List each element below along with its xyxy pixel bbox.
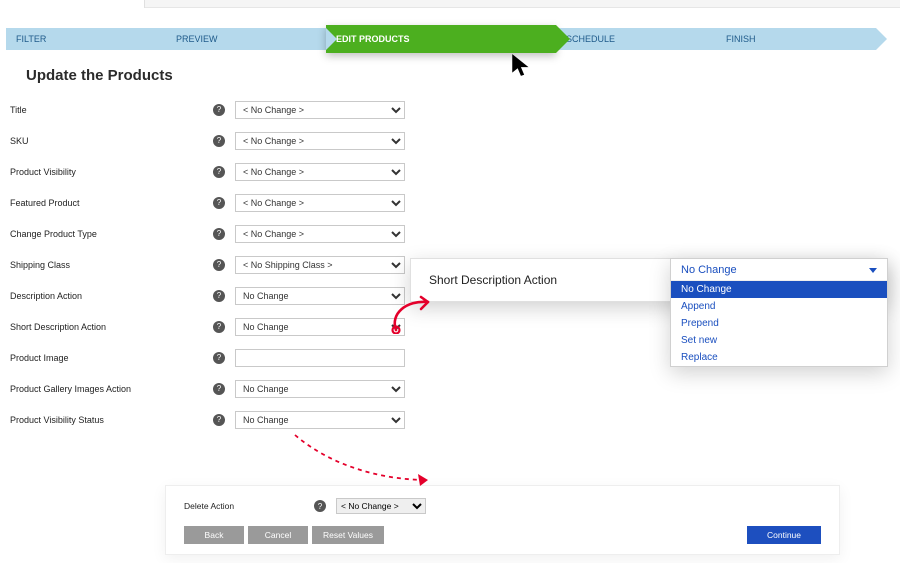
help-icon[interactable]: ? bbox=[213, 383, 225, 395]
label-product-gallery-images-action: Product Gallery Images Action bbox=[8, 384, 213, 394]
help-icon[interactable]: ? bbox=[213, 135, 225, 147]
cancel-button[interactable]: Cancel bbox=[248, 526, 308, 544]
step-preview[interactable]: PREVIEW bbox=[166, 28, 326, 50]
help-icon[interactable]: ? bbox=[213, 414, 225, 426]
label-title: Title bbox=[8, 105, 213, 115]
dropdown-option-no-change[interactable]: No Change bbox=[671, 281, 887, 298]
row-featured-product: Featured Product ? < No Change > bbox=[8, 187, 874, 218]
back-button[interactable]: Back bbox=[184, 526, 244, 544]
help-icon[interactable]: ? bbox=[213, 321, 225, 333]
reset-values-button[interactable]: Reset Values bbox=[312, 526, 384, 544]
help-icon[interactable]: ? bbox=[213, 290, 225, 302]
step-schedule[interactable]: SCHEDULE bbox=[556, 28, 716, 50]
label-featured-product: Featured Product bbox=[8, 198, 213, 208]
dropdown-option-set-new[interactable]: Set new bbox=[671, 332, 887, 349]
select-product-visibility-status[interactable]: No Change bbox=[235, 411, 405, 429]
dropdown-option-prepend[interactable]: Prepend bbox=[671, 315, 887, 332]
select-product-gallery-images-action[interactable]: No Change bbox=[235, 380, 405, 398]
label-product-image: Product Image bbox=[8, 353, 213, 363]
label-product-visibility: Product Visibility bbox=[8, 167, 213, 177]
annotation-dashed-arrow-icon bbox=[290, 430, 440, 492]
step-finish[interactable]: FINISH bbox=[716, 28, 876, 50]
help-icon[interactable]: ? bbox=[213, 228, 225, 240]
select-change-product-type[interactable]: < No Change > bbox=[235, 225, 405, 243]
select-delete-action[interactable]: < No Change > bbox=[336, 498, 426, 514]
row-sku: SKU ? < No Change > bbox=[8, 125, 874, 156]
label-delete-action: Delete Action bbox=[184, 501, 314, 511]
row-title: Title ? < No Change > bbox=[8, 94, 874, 125]
step-filter[interactable]: FILTER bbox=[6, 28, 166, 50]
label-short-description-action: Short Description Action bbox=[8, 322, 213, 332]
page-title: Update the Products bbox=[0, 53, 900, 92]
wizard-steps: FILTER PREVIEW EDIT PRODUCTS SCHEDULE FI… bbox=[0, 28, 900, 53]
label-sku: SKU bbox=[8, 136, 213, 146]
help-icon[interactable]: ? bbox=[213, 352, 225, 364]
footer-buttons: Back Cancel Reset Values Continue bbox=[184, 526, 821, 544]
row-change-product-type: Change Product Type ? < No Change > bbox=[8, 218, 874, 249]
label-change-product-type: Change Product Type bbox=[8, 229, 213, 239]
help-icon[interactable]: ? bbox=[213, 166, 225, 178]
row-product-gallery-images-action: Product Gallery Images Action ? No Chang… bbox=[8, 373, 874, 404]
label-shipping-class: Shipping Class bbox=[8, 260, 213, 270]
select-short-description-action[interactable]: No Change bbox=[235, 318, 405, 336]
dropdown-option-replace[interactable]: Replace bbox=[671, 349, 887, 366]
dropdown-option-append[interactable]: Append bbox=[671, 298, 887, 315]
select-shipping-class[interactable]: < No Shipping Class > bbox=[235, 256, 405, 274]
help-icon[interactable]: ? bbox=[213, 104, 225, 116]
select-description-action[interactable]: No Change bbox=[235, 287, 405, 305]
select-product-visibility[interactable]: < No Change > bbox=[235, 163, 405, 181]
row-product-visibility: Product Visibility ? < No Change > bbox=[8, 156, 874, 187]
row-product-visibility-status: Product Visibility Status ? No Change bbox=[8, 404, 874, 435]
select-featured-product[interactable]: < No Change > bbox=[235, 194, 405, 212]
footer-panel: Delete Action ? < No Change > Back Cance… bbox=[165, 485, 840, 555]
tab-stub bbox=[0, 0, 145, 8]
row-delete-action: Delete Action ? < No Change > bbox=[184, 498, 821, 514]
help-icon[interactable]: ? bbox=[213, 259, 225, 271]
input-product-image[interactable] bbox=[235, 349, 405, 367]
label-product-visibility-status: Product Visibility Status bbox=[8, 415, 213, 425]
step-edit-products[interactable]: EDIT PRODUCTS bbox=[326, 25, 556, 53]
label-description-action: Description Action bbox=[8, 291, 213, 301]
short-description-dropdown[interactable]: No Change No Change Append Prepend Set n… bbox=[670, 258, 888, 367]
dropdown-selected[interactable]: No Change bbox=[671, 259, 887, 281]
continue-button[interactable]: Continue bbox=[747, 526, 821, 544]
help-icon[interactable]: ? bbox=[314, 500, 326, 512]
help-icon[interactable]: ? bbox=[213, 197, 225, 209]
select-title[interactable]: < No Change > bbox=[235, 101, 405, 119]
select-sku[interactable]: < No Change > bbox=[235, 132, 405, 150]
cursor-icon bbox=[509, 51, 535, 79]
